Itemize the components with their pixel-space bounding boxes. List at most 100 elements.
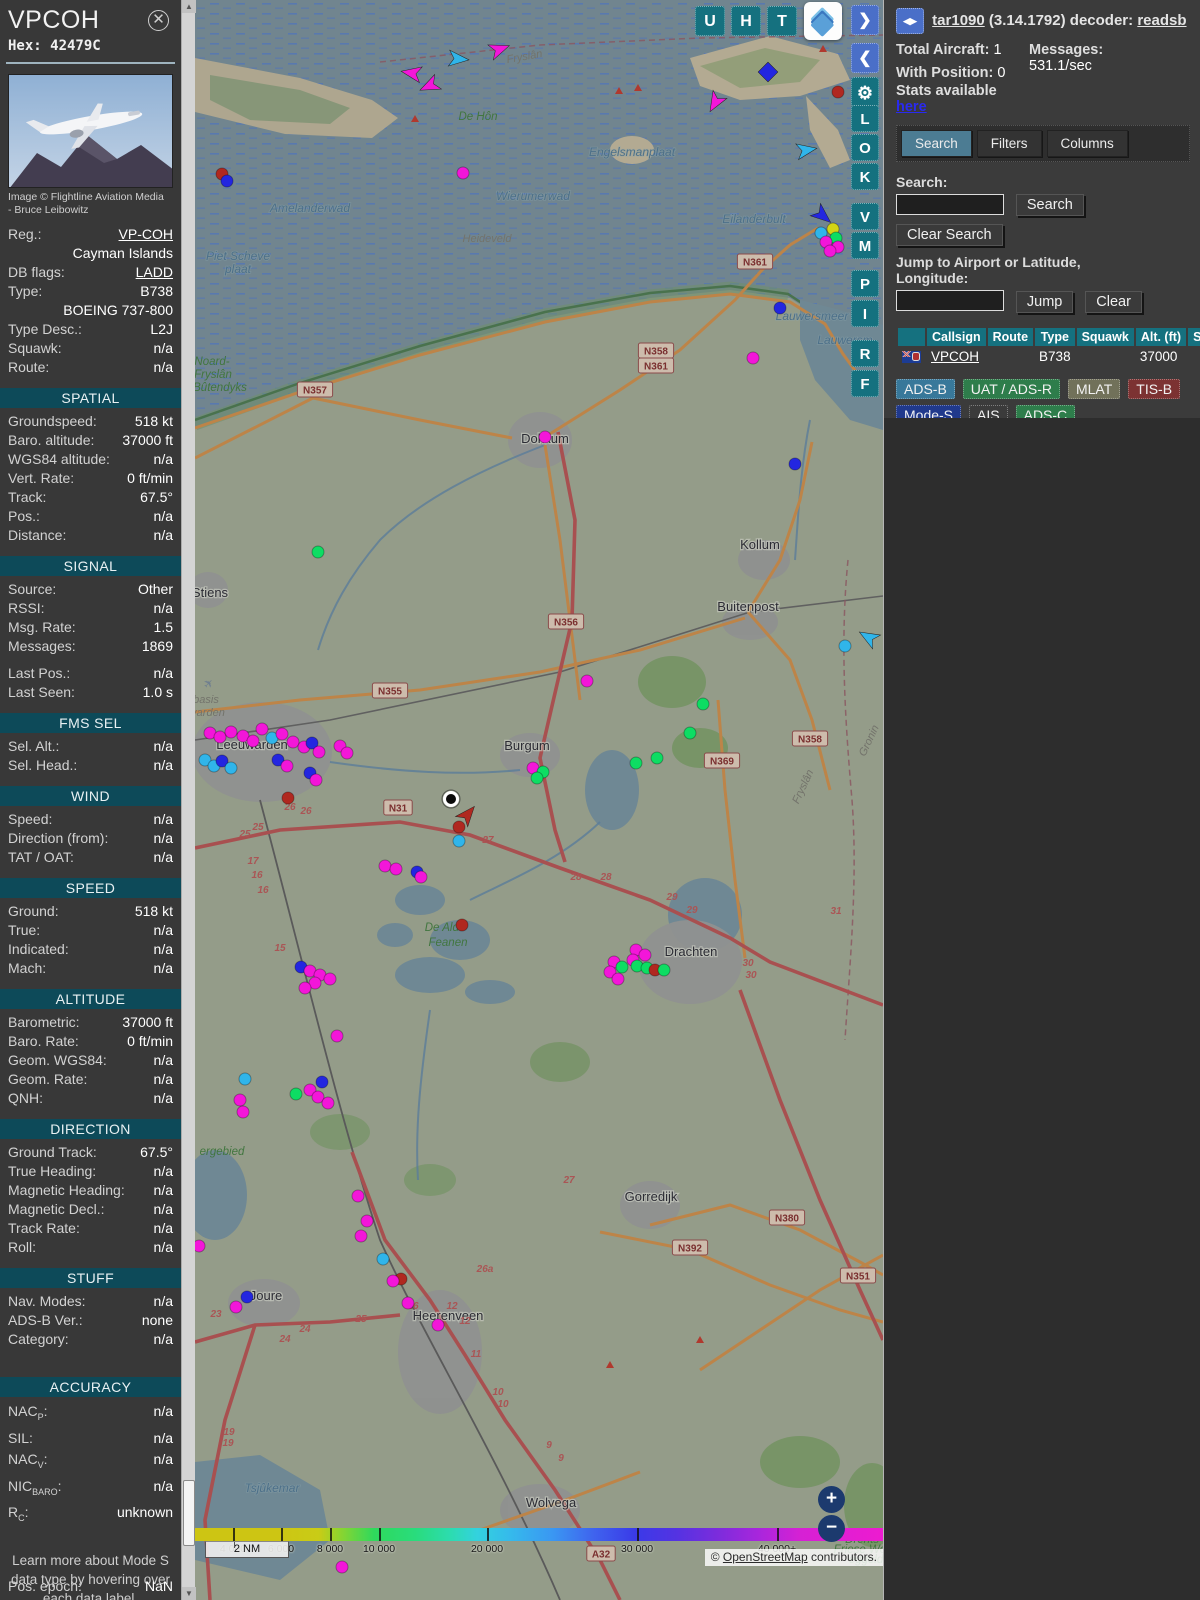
filter-badge-tis-b[interactable]: TIS-B [1128,379,1180,399]
aircraft-marker[interactable] [789,458,801,470]
aircraft-photo[interactable] [8,74,173,188]
column-header[interactable]: Callsign [927,328,986,346]
aircraft-marker[interactable] [282,792,294,804]
tar1090-link[interactable]: tar1090 [932,12,985,29]
aircraft-marker[interactable] [313,746,325,758]
scroll-down-icon[interactable]: ▼ [182,1587,196,1600]
aircraft-marker[interactable] [402,1297,414,1309]
column-header[interactable]: Type [1035,328,1075,346]
osm-link[interactable]: OpenStreetMap [723,1550,808,1564]
aircraft-marker[interactable] [237,1106,249,1118]
aircraft-marker[interactable] [361,1215,373,1227]
map-button-h[interactable]: H [731,6,761,36]
column-header[interactable]: Route [988,328,1033,346]
map-button-t[interactable]: T [767,6,797,36]
jump-button[interactable]: Jump [1016,291,1073,313]
aircraft-marker[interactable] [747,352,759,364]
map-button-o[interactable]: O [851,134,879,161]
aircraft-marker[interactable] [684,727,696,739]
map-button-i[interactable]: I [851,300,879,327]
aircraft-marker[interactable] [225,762,237,774]
aircraft-marker[interactable] [341,747,353,759]
map-button-m[interactable]: M [851,232,879,259]
column-header[interactable] [898,328,925,346]
aircraft-marker[interactable] [415,871,427,883]
zoom-in-button[interactable]: + [818,1486,845,1513]
aircraft-marker[interactable] [774,302,786,314]
aircraft-marker[interactable] [234,1094,246,1106]
settings-gear-button[interactable]: ⚙ [851,77,879,107]
selected-aircraft-marker[interactable] [445,793,458,806]
aircraft-marker[interactable] [276,728,288,740]
aircraft-marker[interactable] [639,949,651,961]
aircraft-marker[interactable] [310,774,322,786]
aircraft-marker[interactable] [221,175,233,187]
filter-badge-ads-b[interactable]: ADS-B [896,379,955,399]
aircraft-marker[interactable] [355,1230,367,1242]
zoom-out-button[interactable]: − [818,1515,845,1542]
tab-columns[interactable]: Columns [1047,130,1128,157]
readsb-link[interactable]: readsb [1137,12,1186,29]
aircraft-marker[interactable] [195,1240,205,1252]
aircraft-marker[interactable] [453,821,465,833]
aircraft-marker[interactable] [336,1561,348,1573]
map-button-u[interactable]: U [695,6,725,36]
aircraft-marker[interactable] [839,640,851,652]
sidebar-scrollbar[interactable]: ▲ ▼ [181,0,195,1600]
jump-clear-button[interactable]: Clear [1085,291,1142,313]
aircraft-marker[interactable] [352,1190,364,1202]
aircraft-marker[interactable] [456,919,468,931]
aircraft-marker[interactable] [658,964,670,976]
aircraft-marker[interactable] [612,973,624,985]
aircraft-marker[interactable] [324,973,336,985]
aircraft-marker[interactable] [225,726,237,738]
map-button-f[interactable]: F [851,370,879,397]
table-row[interactable]: VPCOHB73837000 [898,347,1200,366]
aircraft-marker[interactable] [322,1097,334,1109]
column-header[interactable]: Alt. (ft) [1136,328,1186,346]
aircraft-marker[interactable] [581,675,593,687]
aircraft-marker[interactable] [453,835,465,847]
column-header[interactable]: Squawk [1077,328,1134,346]
aircraft-marker[interactable] [299,982,311,994]
filter-badge-mlat[interactable]: MLAT [1068,379,1120,399]
search-input[interactable] [896,194,1004,215]
aircraft-marker[interactable] [290,1088,302,1100]
aircraft-marker[interactable] [616,961,628,973]
aircraft-marker[interactable] [331,1030,343,1042]
aircraft-marker[interactable] [230,1301,242,1313]
map-canvas[interactable]: ✈ DokkumKollumBuitenpostStiensLeeuwarden… [195,0,883,1600]
aircraft-marker[interactable] [390,863,402,875]
map-button-r[interactable]: R [851,340,879,367]
aircraft-marker[interactable] [287,736,299,748]
expand-panel-button[interactable]: ❯ [851,5,879,35]
collapse-panel-button[interactable]: ❮ [851,43,879,73]
aircraft-marker[interactable] [531,772,543,784]
panel-nav-toggle-button[interactable]: ◀▶ [896,8,924,34]
stats-here-link[interactable]: here [896,99,927,115]
aircraft-marker[interactable] [432,1319,444,1331]
aircraft-marker[interactable] [281,760,293,772]
map-button-p[interactable]: P [851,270,879,297]
aircraft-marker[interactable] [387,1275,399,1287]
aircraft-marker[interactable] [377,1253,389,1265]
search-button[interactable]: Search [1016,194,1084,216]
aircraft-marker[interactable] [256,723,268,735]
aircraft-marker[interactable] [247,735,259,747]
filter-badge-uat-ads-r[interactable]: UAT / ADS-R [963,379,1060,399]
aircraft-marker[interactable] [457,167,469,179]
aircraft-marker[interactable] [316,1076,328,1088]
callsign-link[interactable]: VPCOH [927,347,986,366]
scrollbar-thumb[interactable] [183,1480,195,1546]
aircraft-marker[interactable] [241,1291,253,1303]
aircraft-marker[interactable] [379,860,391,872]
aircraft-marker[interactable] [630,757,642,769]
close-icon[interactable]: ✕ [148,10,169,31]
layers-button[interactable] [804,2,842,40]
aircraft-marker[interactable] [697,698,709,710]
clear-search-button[interactable]: Clear Search [896,224,1003,246]
jump-input[interactable] [896,290,1004,311]
column-header[interactable]: Spd. [1188,328,1200,346]
scroll-up-icon[interactable]: ▲ [182,0,196,13]
tab-search[interactable]: Search [901,130,972,157]
